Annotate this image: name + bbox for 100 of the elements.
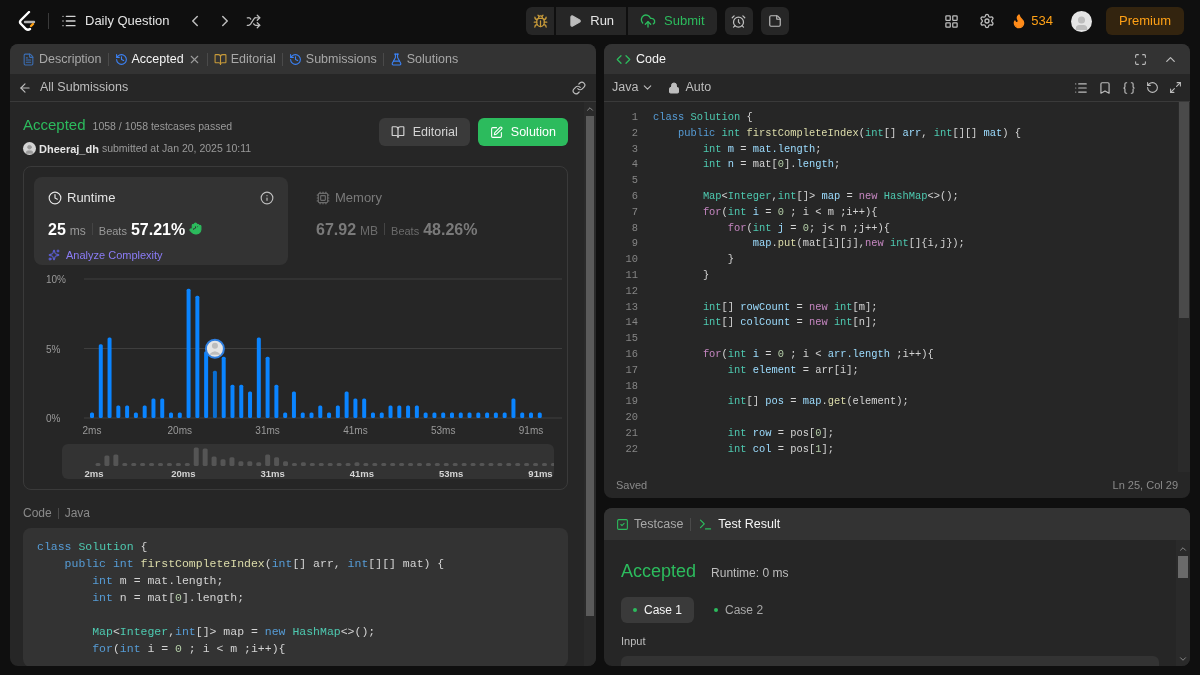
histogram-bar[interactable] [212,370,217,418]
histogram-bar[interactable] [467,412,472,418]
info-icon[interactable] [260,190,274,205]
histogram-bar[interactable] [177,412,182,418]
debug-button[interactable] [526,7,555,35]
submit-button[interactable]: Submit [628,7,717,35]
panel-tab[interactable]: Submissions [288,49,377,69]
histogram-bar[interactable] [160,398,165,418]
scrollbar[interactable] [584,102,596,666]
list-icon[interactable] [61,13,77,29]
histogram-bar[interactable] [125,405,130,418]
histogram-bar[interactable] [107,337,112,418]
histogram-bar[interactable] [327,412,332,418]
histogram-bar[interactable] [186,288,191,418]
stat-card[interactable]: Memory 67.92 MB Beats 48.26% [302,177,556,265]
notes-button[interactable] [760,7,789,35]
fullscreen-icon[interactable] [1134,52,1147,66]
histogram-bar[interactable] [450,412,454,418]
histogram-bar[interactable] [388,405,393,418]
histogram-bar[interactable] [169,412,173,418]
histogram-bar[interactable] [318,405,323,418]
case-tab[interactable]: Case 1 [621,597,695,623]
bookmark-icon[interactable] [1098,80,1112,95]
back-icon[interactable] [18,80,32,95]
histogram-bar[interactable] [291,391,296,418]
streak-count[interactable]: 534 [1031,11,1053,31]
histogram-bar[interactable] [239,384,244,418]
histogram-bar[interactable] [511,398,516,418]
logo-icon[interactable] [18,11,36,31]
run-button[interactable]: Run [556,7,627,35]
histogram-bar[interactable] [256,337,261,418]
format-icon[interactable] [1074,80,1088,95]
histogram-bar[interactable] [537,412,542,418]
settings-icon[interactable] [979,13,996,29]
editorial-button[interactable]: Editorial [378,118,470,146]
histogram-bar[interactable] [414,405,419,418]
histogram-bar[interactable] [458,412,463,418]
histogram-bar[interactable] [133,412,138,418]
reset-icon[interactable] [1146,81,1159,94]
histogram-bar[interactable] [90,412,94,418]
histogram-bar[interactable] [98,344,103,418]
panel-tab[interactable]: Accepted [114,49,184,69]
scroll-thumb[interactable] [586,116,594,616]
histogram-bar[interactable] [283,412,288,418]
histogram-bar[interactable] [485,412,490,418]
username-link[interactable]: Dheeraj_dh [39,140,99,157]
histogram-bar[interactable] [397,405,402,418]
histogram-bar[interactable] [230,384,235,418]
histogram-bar[interactable] [476,412,481,418]
histogram-bar[interactable] [432,412,437,418]
problem-list-title[interactable]: Daily Question [85,11,170,31]
scroll-thumb[interactable] [1178,556,1188,578]
histogram-bar[interactable] [116,405,121,418]
range-overview[interactable]: 2ms 20ms 31ms 41ms 53ms 91ms [62,444,554,479]
histogram-bar[interactable] [248,391,253,418]
stat-card[interactable]: Runtime 25 ms Beats 57.21% Analyze Complexity [34,177,288,265]
all-submissions-link[interactable]: All Submissions [40,78,129,97]
user-avatar[interactable] [23,142,36,156]
histogram-bar[interactable] [195,295,200,418]
scroll-up-icon[interactable] [1178,544,1188,554]
link-icon[interactable] [572,80,586,95]
scrollbar[interactable] [1176,540,1190,666]
histogram-bar[interactable] [221,356,226,418]
histogram-bar[interactable] [335,405,340,418]
histogram-bar[interactable] [344,391,349,418]
braces-icon[interactable] [1122,80,1136,95]
grid-icon[interactable] [944,13,960,29]
histogram-bar[interactable] [406,405,411,418]
histogram-bar[interactable] [142,405,147,418]
histogram-bar[interactable] [379,412,384,418]
analyze-complexity-link[interactable]: Analyze Complexity [66,246,163,263]
shuffle-icon[interactable] [245,13,261,29]
premium-button[interactable]: Premium [1106,7,1184,35]
histogram-bar[interactable] [151,398,156,418]
case-tab[interactable]: Case 2 [702,597,776,623]
scroll-up-icon[interactable] [585,104,595,114]
histogram-bar[interactable] [529,412,533,418]
histogram-bar[interactable] [274,384,279,418]
timer-button[interactable] [724,7,753,35]
histogram-bar[interactable] [353,398,358,418]
panel-tab[interactable]: Test Result [698,514,781,534]
histogram-bar[interactable] [441,412,446,418]
scroll-down-icon[interactable] [1178,654,1188,664]
histogram-bar[interactable] [370,412,375,418]
histogram-bar[interactable] [520,412,525,418]
histogram-bar[interactable] [309,412,314,418]
panel-tab[interactable]: Description [22,49,102,69]
histogram-bar[interactable] [300,412,305,418]
panel-tab[interactable]: Testcase [616,514,684,534]
histogram-bar[interactable] [502,412,507,418]
histogram-bar[interactable] [423,412,428,418]
avatar[interactable] [1071,10,1092,32]
histogram-bar[interactable] [265,356,270,418]
histogram-bar[interactable] [362,398,367,418]
histogram-bar[interactable] [493,412,498,418]
scrollbar[interactable] [1178,102,1190,472]
panel-tab[interactable]: Solutions [389,49,459,69]
histogram-bar[interactable] [204,351,209,418]
scroll-thumb[interactable] [1179,102,1189,318]
panel-tab[interactable]: Editorial [213,49,276,69]
